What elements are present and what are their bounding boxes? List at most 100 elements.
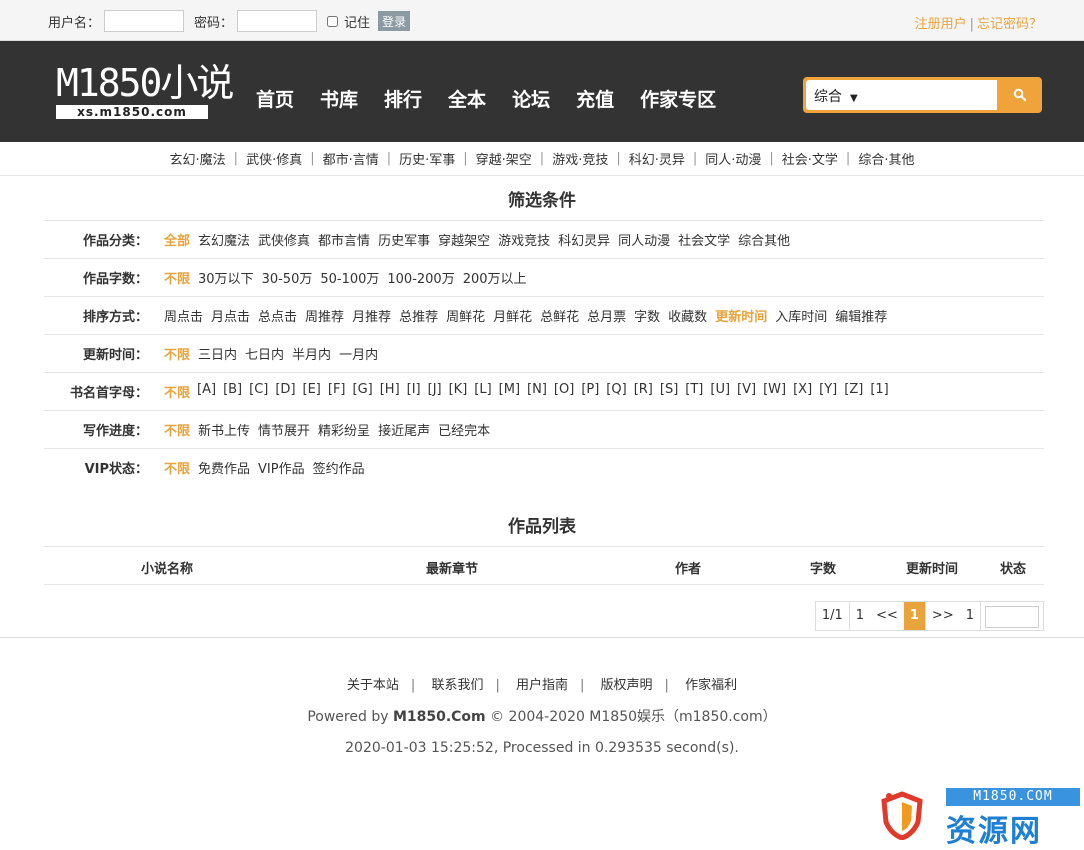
password-input[interactable] (237, 10, 318, 32)
filter-option[interactable]: [1] (870, 382, 888, 401)
filter-option-selected[interactable]: 不限 (164, 458, 190, 477)
filter-option[interactable]: 新书上传 (198, 420, 250, 439)
register-link[interactable]: 注册用户 (915, 17, 967, 32)
filter-option[interactable]: 社会文学 (678, 230, 730, 249)
category-link[interactable]: 玄幻·魔法 (170, 149, 226, 168)
filter-option[interactable]: [O] (554, 382, 574, 401)
category-link[interactable]: 游戏·竞技 (552, 149, 608, 168)
filter-option[interactable]: 都市言情 (318, 230, 370, 249)
filter-option[interactable]: 总推荐 (399, 306, 438, 325)
filter-option[interactable]: [Z] (844, 382, 863, 401)
filter-option[interactable]: [M] (499, 382, 520, 401)
search-input[interactable]: 综合 ▼ (806, 80, 997, 110)
username-input[interactable] (104, 10, 185, 32)
filter-option[interactable]: 周鲜花 (446, 306, 485, 325)
filter-option[interactable]: 一月内 (339, 344, 378, 363)
filter-option[interactable]: [L] (474, 382, 491, 401)
filter-option[interactable]: 30-50万 (262, 268, 313, 287)
filter-option[interactable]: 科幻灵异 (558, 230, 610, 249)
category-link[interactable]: 武侠·修真 (246, 149, 302, 168)
footer-link-about[interactable]: 关于本站 (347, 678, 399, 693)
forgot-password-link[interactable]: 忘记密码？ (977, 17, 1042, 32)
footer-link-contact[interactable]: 联系我们 (431, 678, 483, 693)
filter-option[interactable]: [S] (660, 382, 678, 401)
filter-option[interactable]: 字数 (634, 306, 660, 325)
filter-option[interactable]: [P] (581, 382, 599, 401)
nav-library[interactable]: 书库 (320, 85, 358, 112)
filter-option[interactable]: 玄幻魔法 (198, 230, 250, 249)
filter-option[interactable]: 历史军事 (378, 230, 430, 249)
filter-option[interactable]: 免费作品 (198, 458, 250, 477)
filter-option[interactable]: [T] (685, 382, 703, 401)
filter-option[interactable]: 总点击 (258, 306, 297, 325)
filter-option[interactable]: [V] (737, 382, 756, 401)
filter-option-selected[interactable]: 不限 (164, 420, 190, 439)
filter-option[interactable]: [A] (197, 382, 216, 401)
page-jump-input[interactable] (985, 606, 1039, 628)
filter-option[interactable]: 月鲜花 (493, 306, 532, 325)
filter-option-selected[interactable]: 不限 (164, 344, 190, 363)
filter-option[interactable]: 游戏竞技 (498, 230, 550, 249)
search-scope-select[interactable]: 综合 ▼ (814, 86, 858, 106)
nav-author-zone[interactable]: 作家专区 (640, 85, 716, 112)
filter-option[interactable]: [Q] (606, 382, 626, 401)
filter-option[interactable]: [E] (303, 382, 321, 401)
search-button[interactable] (998, 77, 1042, 113)
next-page-link[interactable]: >> (926, 602, 960, 630)
filter-option[interactable]: 三日内 (198, 344, 237, 363)
filter-option[interactable]: [U] (710, 382, 730, 401)
filter-option[interactable]: [X] (793, 382, 812, 401)
prev-page-link[interactable]: << (870, 602, 904, 630)
filter-option[interactable]: VIP作品 (258, 458, 305, 477)
filter-option[interactable]: 50-100万 (320, 268, 379, 287)
category-link[interactable]: 综合·其他 (858, 149, 914, 168)
filter-option[interactable]: 入库时间 (775, 306, 827, 325)
filter-option[interactable]: 穿越架空 (438, 230, 490, 249)
filter-option[interactable]: [G] (353, 382, 373, 401)
filter-option[interactable]: 接近尾声 (378, 420, 430, 439)
filter-option[interactable]: 签约作品 (313, 458, 365, 477)
footer-link-author-benefits[interactable]: 作家福利 (685, 678, 737, 693)
last-page-link[interactable]: 1 (960, 602, 981, 630)
filter-option[interactable]: [D] (275, 382, 295, 401)
filter-option[interactable]: 30万以下 (198, 268, 254, 287)
filter-option[interactable]: 总月票 (587, 306, 626, 325)
footer-link-guide[interactable]: 用户指南 (516, 678, 568, 693)
filter-option-selected[interactable]: 不限 (164, 382, 190, 401)
filter-option[interactable]: [W] (763, 382, 786, 401)
filter-option[interactable]: 七日内 (245, 344, 284, 363)
remember-checkbox[interactable] (327, 15, 339, 27)
filter-option[interactable]: [N] (527, 382, 547, 401)
category-link[interactable]: 同人·动漫 (705, 149, 761, 168)
filter-option[interactable]: 周推荐 (305, 306, 344, 325)
filter-option[interactable]: [J] (428, 382, 442, 401)
filter-option[interactable]: 情节展开 (258, 420, 310, 439)
filter-option[interactable]: [K] (449, 382, 468, 401)
category-link[interactable]: 历史·军事 (399, 149, 455, 168)
nav-home[interactable]: 首页 (256, 85, 294, 112)
filter-option[interactable]: 总鲜花 (540, 306, 579, 325)
category-link[interactable]: 科幻·灵异 (629, 149, 685, 168)
filter-option[interactable]: 编辑推荐 (835, 306, 887, 325)
nav-forum[interactable]: 论坛 (512, 85, 550, 112)
filter-option[interactable]: 月推荐 (352, 306, 391, 325)
filter-option[interactable]: 精彩纷呈 (318, 420, 370, 439)
category-link[interactable]: 社会·文学 (782, 149, 838, 168)
category-link[interactable]: 穿越·架空 (476, 149, 532, 168)
nav-completed[interactable]: 全本 (448, 85, 486, 112)
filter-option-selected[interactable]: 全部 (164, 230, 190, 249)
filter-option[interactable]: 武侠修真 (258, 230, 310, 249)
category-link[interactable]: 都市·言情 (323, 149, 379, 168)
filter-option-selected[interactable]: 更新时间 (715, 306, 767, 325)
footer-link-copyright[interactable]: 版权声明 (601, 678, 653, 693)
filter-option[interactable]: 同人动漫 (618, 230, 670, 249)
filter-option[interactable]: 半月内 (292, 344, 331, 363)
filter-option[interactable]: [Y] (819, 382, 837, 401)
nav-ranking[interactable]: 排行 (384, 85, 422, 112)
filter-option[interactable]: [C] (249, 382, 268, 401)
filter-option-selected[interactable]: 不限 (164, 268, 190, 287)
filter-option[interactable]: 周点击 (164, 306, 203, 325)
filter-option[interactable]: [H] (380, 382, 400, 401)
filter-option[interactable]: 已经完本 (438, 420, 490, 439)
first-page-link[interactable]: 1 (850, 602, 870, 630)
